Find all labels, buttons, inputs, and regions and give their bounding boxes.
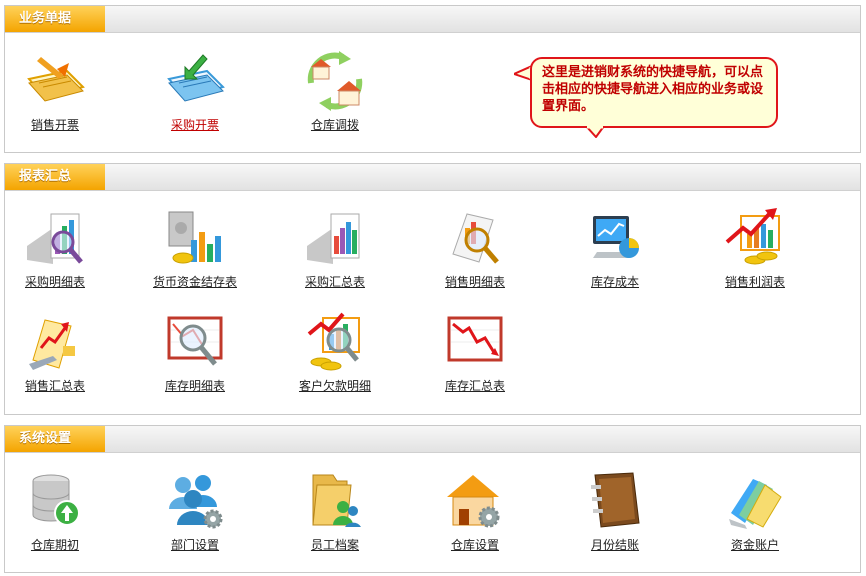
item-label: 库存明细表 — [164, 379, 225, 393]
item-label: 销售明细表 — [444, 275, 505, 289]
section-title: 报表汇总 — [5, 164, 105, 190]
sales-detail-link[interactable]: 销售明细表 — [430, 206, 520, 290]
tooltip-tail-icon — [586, 126, 604, 138]
fund-account-icon — [729, 479, 782, 529]
item-label: 货币资金结存表 — [152, 275, 237, 289]
sales-invoice-icon — [27, 57, 85, 102]
item-label: 客户欠款明细 — [298, 379, 371, 393]
employee-records-link[interactable]: 员工档案 — [290, 469, 380, 553]
sales-summary-icon — [29, 319, 75, 370]
sales-profit-icon — [725, 208, 780, 265]
customer-debt-icon — [307, 312, 360, 371]
department-settings-icon — [169, 475, 223, 529]
warehouse-transfer-icon — [307, 51, 363, 111]
customer-debt-link[interactable]: 客户欠款明细 — [290, 310, 380, 394]
item-label: 采购明细表 — [24, 275, 85, 289]
item-label: 月份结账 — [590, 538, 639, 552]
sales-invoice-link[interactable]: 销售开票 — [10, 49, 100, 133]
sales-summary-link[interactable]: 销售汇总表 — [10, 310, 100, 394]
item-label: 员工档案 — [310, 538, 359, 552]
item-label: 采购开票 — [170, 118, 219, 132]
panel-header: 报表汇总 — [5, 164, 860, 191]
item-label: 仓库调拨 — [310, 118, 359, 132]
cash-balance-icon — [168, 211, 221, 264]
item-label: 资金账户 — [730, 538, 779, 552]
warehouse-settings-link[interactable]: 仓库设置 — [430, 469, 520, 553]
warehouse-settings-icon — [447, 475, 500, 528]
section-title: 系统设置 — [5, 426, 105, 452]
purchase-invoice-icon — [167, 54, 225, 102]
purchase-summary-chart-icon — [307, 213, 360, 264]
panel-header: 业务单据 — [5, 6, 860, 33]
tip-bubble: 这里是进销财系统的快捷导航，可以点击相应的快捷导航进入相应的业务或设置界面。 — [530, 57, 778, 128]
cash-balance-link[interactable]: 货币资金结存表 — [150, 206, 240, 290]
employee-records-icon — [312, 474, 361, 527]
purchase-detail-link[interactable]: 采购明细表 — [10, 206, 100, 290]
purchase-invoice-link[interactable]: 采购开票 — [150, 49, 240, 133]
inventory-detail-link[interactable]: 库存明细表 — [150, 310, 240, 394]
purchase-summary-link[interactable]: 采购汇总表 — [290, 206, 380, 290]
tip-text: 这里是进销财系统的快捷导航，可以点击相应的快捷导航进入相应的业务或设置界面。 — [542, 65, 764, 114]
inventory-cost-link[interactable]: 库存成本 — [570, 206, 660, 290]
item-label: 库存汇总表 — [444, 379, 505, 393]
item-label: 销售利润表 — [724, 275, 785, 289]
item-label: 仓库期初 — [30, 538, 79, 552]
inventory-detail-icon — [167, 316, 223, 366]
section-title: 业务单据 — [5, 6, 105, 32]
inventory-summary-icon — [447, 316, 503, 362]
month-closing-icon — [591, 472, 640, 528]
warehouse-initial-icon — [32, 474, 80, 526]
inventory-cost-icon — [593, 216, 639, 258]
month-closing-link[interactable]: 月份结账 — [570, 469, 660, 553]
sales-detail-chart-icon — [452, 213, 499, 264]
item-label: 销售汇总表 — [24, 379, 85, 393]
item-label: 仓库设置 — [450, 538, 499, 552]
item-label: 销售开票 — [30, 118, 79, 132]
panel-header: 系统设置 — [5, 426, 860, 453]
purchase-detail-chart-icon — [27, 213, 83, 264]
inventory-summary-link[interactable]: 库存汇总表 — [430, 310, 520, 394]
warehouse-initial-link[interactable]: 仓库期初 — [10, 469, 100, 553]
department-settings-link[interactable]: 部门设置 — [150, 469, 240, 553]
fund-account-link[interactable]: 资金账户 — [710, 469, 800, 553]
item-label: 部门设置 — [170, 538, 219, 552]
item-label: 采购汇总表 — [304, 275, 365, 289]
warehouse-transfer-link[interactable]: 仓库调拨 — [290, 49, 380, 133]
item-label: 库存成本 — [590, 275, 639, 289]
sales-profit-link[interactable]: 销售利润表 — [710, 206, 800, 290]
